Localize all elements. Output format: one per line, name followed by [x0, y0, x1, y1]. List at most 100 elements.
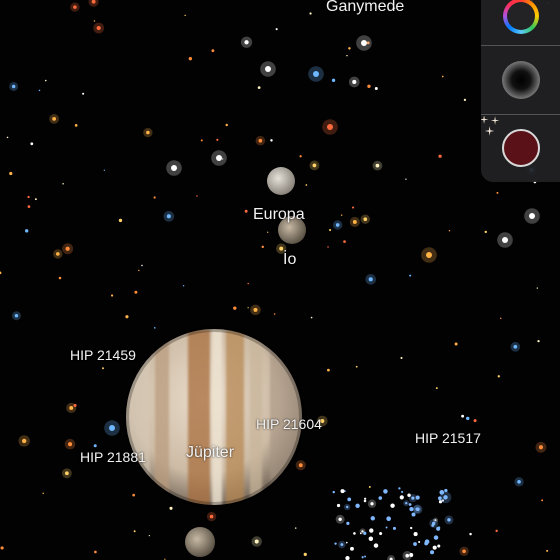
label-io[interactable]: İo	[283, 251, 296, 269]
star	[103, 169, 105, 171]
star	[110, 294, 114, 297]
label-hip-21881[interactable]: HIP 21881	[80, 449, 146, 465]
star	[431, 521, 436, 526]
star	[169, 506, 173, 510]
star	[42, 492, 44, 495]
label-jupiter[interactable]: Jüpiter	[186, 444, 234, 462]
star	[257, 86, 261, 90]
star	[346, 521, 350, 525]
brightness-button[interactable]	[481, 48, 560, 112]
star	[340, 489, 345, 494]
star	[303, 552, 307, 556]
star	[497, 375, 500, 378]
star	[399, 495, 404, 500]
star	[538, 445, 544, 450]
star	[461, 414, 465, 418]
glow-disc-icon	[501, 61, 540, 99]
star	[258, 138, 263, 143]
star	[351, 206, 355, 209]
star	[64, 471, 69, 476]
star	[405, 502, 408, 505]
star	[433, 535, 439, 540]
label-hip-21517[interactable]: HIP 21517	[415, 430, 481, 446]
star	[437, 544, 441, 548]
star	[484, 230, 487, 234]
star	[93, 444, 97, 448]
constellation-button[interactable]	[481, 116, 560, 180]
star	[432, 545, 437, 550]
star	[390, 503, 395, 508]
star	[270, 139, 273, 142]
star	[62, 182, 64, 185]
star	[370, 502, 374, 506]
europa-moon	[267, 167, 295, 195]
star	[118, 218, 123, 223]
star	[74, 124, 78, 127]
label-hip-21604[interactable]: HIP 21604	[256, 416, 322, 432]
star	[102, 367, 104, 370]
star	[348, 47, 351, 50]
star	[517, 480, 521, 484]
star	[529, 213, 535, 219]
star	[148, 534, 150, 537]
star	[473, 419, 477, 423]
star	[347, 497, 352, 502]
star	[400, 356, 403, 359]
star	[352, 79, 357, 85]
star	[496, 191, 499, 194]
star	[225, 123, 228, 127]
star	[361, 40, 367, 46]
star	[338, 517, 342, 522]
callisto-moon	[185, 527, 215, 557]
star	[430, 550, 435, 555]
star	[378, 496, 383, 500]
star	[368, 277, 373, 282]
star	[146, 130, 150, 135]
sky-view[interactable]: Ganymede Europa İo Jüpiter HIP 21459 HIP…	[0, 0, 560, 560]
star	[345, 505, 349, 509]
star	[499, 317, 502, 320]
star	[383, 489, 388, 494]
star	[24, 229, 29, 233]
star	[546, 549, 549, 552]
star	[34, 198, 37, 201]
label-hip-21459[interactable]: HIP 21459	[70, 347, 136, 363]
star	[182, 285, 185, 287]
star	[200, 139, 203, 142]
star	[134, 290, 138, 294]
star	[184, 14, 186, 17]
star	[6, 136, 9, 139]
star	[58, 276, 62, 280]
star	[233, 306, 237, 310]
star	[298, 463, 303, 468]
star	[346, 54, 348, 57]
star	[350, 546, 354, 551]
star	[327, 246, 329, 248]
star	[370, 516, 375, 521]
star	[466, 416, 470, 421]
star	[413, 542, 417, 546]
star	[247, 307, 249, 309]
star	[294, 527, 297, 529]
star	[96, 25, 101, 31]
star	[312, 163, 317, 168]
star	[253, 307, 258, 312]
star	[363, 531, 367, 535]
star	[447, 518, 451, 522]
star	[462, 549, 466, 554]
color-filter-button[interactable]	[481, 0, 560, 46]
star	[65, 246, 70, 251]
star	[355, 365, 358, 368]
star	[9, 171, 13, 176]
star	[513, 344, 518, 349]
star	[454, 342, 458, 346]
star	[38, 89, 41, 92]
star	[392, 526, 397, 530]
star	[73, 403, 77, 407]
label-ganymede[interactable]: Ganymede	[326, 0, 404, 16]
star	[73, 5, 77, 9]
star	[463, 98, 467, 102]
label-europa[interactable]: Europa	[253, 206, 305, 224]
star	[56, 252, 60, 256]
star	[216, 138, 219, 141]
